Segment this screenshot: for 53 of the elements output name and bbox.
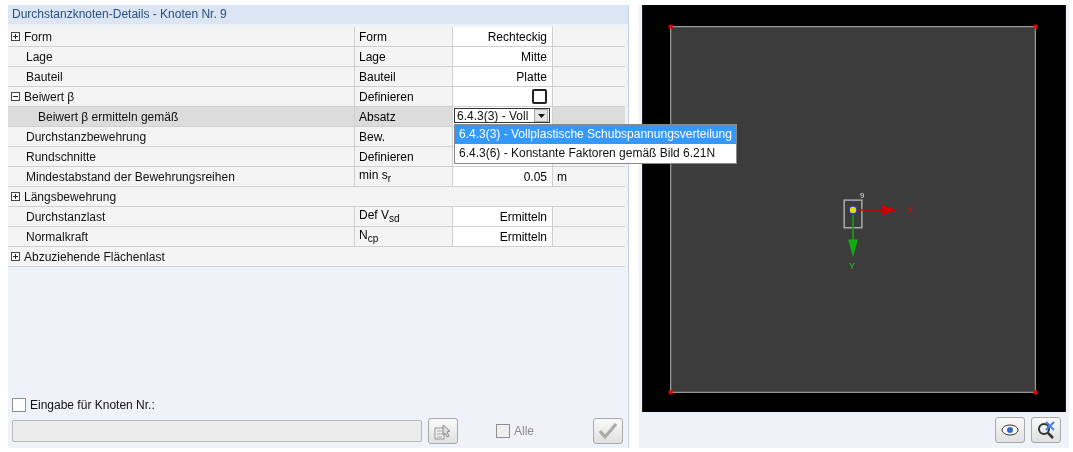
pointer-icon bbox=[433, 421, 453, 441]
table-row[interactable]: Beiwert β Definieren bbox=[8, 87, 625, 107]
table-row[interactable]: Abzuziehende Flächenlast bbox=[8, 247, 625, 267]
row-label: Lage bbox=[26, 49, 53, 64]
row-label: Mindestabstand der Bewehrungsreihen bbox=[26, 169, 235, 184]
row-label: Beiwert β bbox=[24, 89, 75, 104]
row-label: Abzuziehende Flächenlast bbox=[24, 249, 165, 264]
zoom-reset-button[interactable] bbox=[1031, 417, 1061, 443]
axis-label: Y bbox=[849, 261, 855, 272]
checkbox[interactable] bbox=[532, 89, 547, 104]
collapse-icon[interactable] bbox=[11, 92, 20, 101]
table-row[interactable]: Lage Lage Mitte bbox=[8, 47, 625, 67]
corner-node bbox=[1033, 390, 1038, 395]
table-cell: Platte bbox=[453, 67, 553, 86]
row-label: Längsbewehrung bbox=[24, 189, 117, 204]
table-row[interactable]: Beiwert β ermitteln gemäß Absatz 6.4.3(3) - Voll bbox=[8, 107, 625, 127]
table-cell: Ermitteln bbox=[453, 207, 553, 226]
table-row[interactable]: Mindestabstand der Bewehrungsreihen min s$_{r}$ 0.05 m bbox=[8, 167, 625, 187]
checkmark-icon bbox=[599, 423, 617, 439]
table-cell: Rechteckig bbox=[453, 27, 553, 46]
table-row[interactable]: Bauteil Bauteil Platte bbox=[8, 67, 625, 87]
node-number: 9 bbox=[859, 191, 865, 201]
corner-node bbox=[1033, 24, 1038, 29]
expand-icon[interactable] bbox=[11, 32, 20, 41]
row-label: Form bbox=[24, 29, 52, 44]
row-label: Rundschnitte bbox=[26, 149, 97, 164]
corner-node bbox=[668, 24, 673, 29]
row-label: Normalkraft bbox=[26, 229, 88, 244]
table-cell: Ermitteln bbox=[453, 227, 553, 246]
magnifier-icon bbox=[1036, 420, 1056, 440]
table-row[interactable]: Durchstanzlast Def V$_{sd}$ Ermitteln bbox=[8, 207, 625, 227]
table-row[interactable]: Normalkraft N$_{cp}$ Ermitteln bbox=[8, 227, 625, 247]
axis-label: X bbox=[907, 204, 914, 215]
row-label: Durchstanzbewehrung bbox=[26, 129, 147, 144]
expand-icon[interactable] bbox=[11, 252, 20, 261]
row-label: Durchstanzlast bbox=[26, 209, 106, 224]
caret-icon bbox=[534, 109, 548, 122]
dropdown[interactable]: 6.4.3(3) - Voll bbox=[454, 108, 550, 123]
checkbox-label: Alle bbox=[514, 424, 534, 438]
expand-icon[interactable] bbox=[11, 192, 20, 201]
eye-icon bbox=[1001, 424, 1019, 436]
checkbox-label: Eingabe für Knoten Nr.: bbox=[30, 398, 155, 412]
view-button[interactable] bbox=[995, 417, 1025, 443]
panel-title: Durchstanzknoten-Details - Knoten Nr. 9 bbox=[8, 5, 628, 24]
node-axes-drawing bbox=[843, 199, 898, 258]
table-row[interactable]: Längsbewehrung bbox=[8, 187, 625, 207]
row-label: Beiwert β ermitteln gemäß bbox=[38, 109, 179, 124]
table-cell: 0.05 bbox=[453, 167, 553, 186]
table-cell: Mitte bbox=[453, 47, 553, 66]
table-cell-text: m bbox=[556, 168, 568, 186]
row-label: Bauteil bbox=[26, 69, 63, 84]
table-row[interactable]: Form Form Rechteckig bbox=[8, 27, 625, 47]
corner-node bbox=[668, 390, 673, 395]
